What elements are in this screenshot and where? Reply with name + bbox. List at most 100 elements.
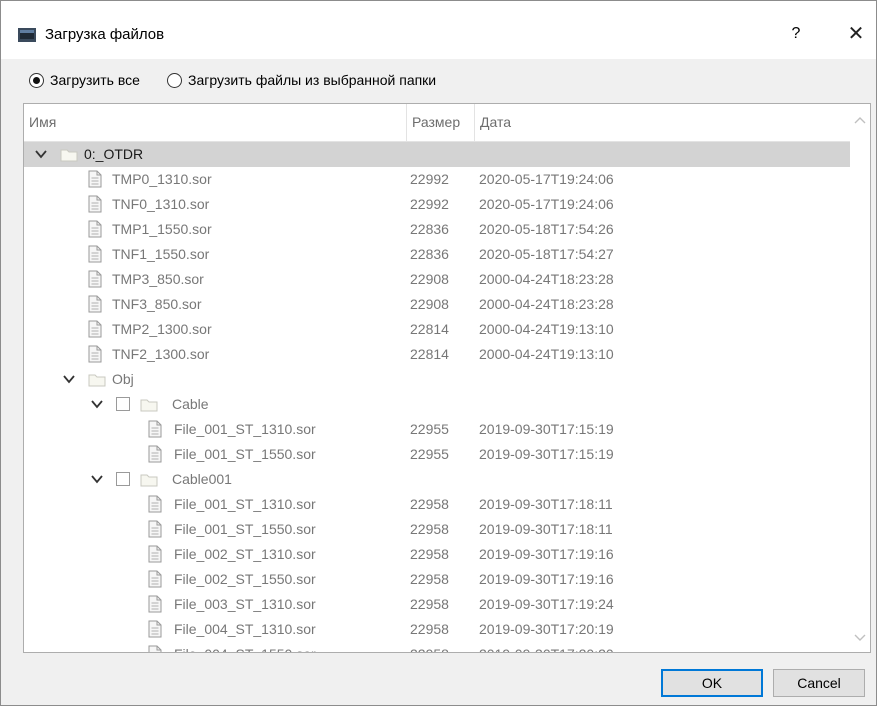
- file-name: TNF1_1550.sor: [112, 246, 210, 262]
- file-date: 2000-04-24T18:23:28: [479, 296, 614, 312]
- file-row[interactable]: File_001_ST_1550.sor 22958 2019-09-30T17:1…: [24, 517, 850, 542]
- folder-icon: [140, 399, 158, 412]
- column-header-date[interactable]: Дата: [480, 114, 511, 130]
- folder-icon: [88, 374, 106, 387]
- ok-button[interactable]: OK: [661, 669, 763, 697]
- file-name: File_001_ST_1310.sor: [174, 496, 316, 512]
- file-size: 22836: [410, 221, 449, 237]
- chevron-down-icon[interactable]: [90, 397, 104, 411]
- file-tree[interactable]: Имя Размер Дата 0:_OTDR TMP0_1310.sor 229…: [23, 103, 871, 653]
- file-row[interactable]: File_002_ST_1550.sor 22958 2019-09-30T17:1…: [24, 567, 850, 592]
- file-row[interactable]: TMP0_1310.sor 22992 2020-05-17T19:24:06: [24, 167, 850, 192]
- file-name: TMP0_1310.sor: [112, 171, 212, 187]
- file-date: 2000-04-24T19:13:10: [479, 346, 614, 362]
- file-icon: [88, 220, 102, 238]
- file-date: 2020-05-18T17:54:27: [479, 246, 614, 262]
- tree-node-cable[interactable]: Cable: [24, 392, 850, 417]
- file-size: 22955: [410, 446, 449, 462]
- tree-node-root[interactable]: 0:_OTDR: [24, 142, 850, 167]
- file-name: File_002_ST_1310.sor: [174, 546, 316, 562]
- file-size: 22814: [410, 346, 449, 362]
- file-icon: [88, 295, 102, 313]
- file-size: 22955: [410, 421, 449, 437]
- file-row[interactable]: TNF1_1550.sor 22836 2020-05-18T17:54:27: [24, 242, 850, 267]
- file-icon: [88, 270, 102, 288]
- radio-load-all[interactable]: Загрузить все: [29, 69, 140, 91]
- file-row[interactable]: File_001_ST_1550.sor 22955 2019-09-30T17:1…: [24, 442, 850, 467]
- file-size: 22958: [410, 646, 449, 652]
- file-row[interactable]: File_001_ST_1310.sor 22955 2019-09-30T17:1…: [24, 417, 850, 442]
- file-name: File_002_ST_1550.sor: [174, 571, 316, 587]
- file-size: 22958: [410, 496, 449, 512]
- column-header-name[interactable]: Имя: [29, 114, 56, 130]
- close-button[interactable]: ✕: [837, 17, 875, 51]
- file-row[interactable]: TMP1_1550.sor 22836 2020-05-18T17:54:26: [24, 217, 850, 242]
- file-date: 2020-05-18T17:54:26: [479, 221, 614, 237]
- file-date: 2019-09-30T17:15:19: [479, 421, 614, 437]
- file-icon: [148, 645, 162, 652]
- radio-load-folder-label: Загрузить файлы из выбранной папки: [188, 72, 437, 88]
- scroll-down-icon[interactable]: [854, 634, 866, 642]
- file-size: 22908: [410, 271, 449, 287]
- radio-load-folder-indicator[interactable]: [167, 72, 182, 88]
- file-icon: [148, 620, 162, 638]
- file-date: 2000-04-24T18:23:28: [479, 271, 614, 287]
- file-size: 22958: [410, 521, 449, 537]
- file-row[interactable]: File_004_ST_1550.sor 22958 2019-09-30T17:2…: [24, 642, 850, 652]
- chevron-down-icon[interactable]: [62, 372, 76, 386]
- file-name: File_001_ST_1550.sor: [174, 521, 316, 537]
- file-size: 22958: [410, 596, 449, 612]
- file-size: 22814: [410, 321, 449, 337]
- column-divider[interactable]: [474, 104, 475, 142]
- folder-icon: [60, 149, 78, 162]
- column-divider[interactable]: [406, 104, 407, 142]
- help-button[interactable]: ?: [779, 17, 813, 51]
- file-row[interactable]: TNF0_1310.sor 22992 2020-05-17T19:24:06: [24, 192, 850, 217]
- file-size: 22992: [410, 196, 449, 212]
- file-name: File_004_ST_1550.sor: [174, 646, 316, 652]
- cancel-button[interactable]: Cancel: [773, 669, 865, 697]
- file-row[interactable]: File_004_ST_1310.sor 22958 2019-09-30T17:2…: [24, 617, 850, 642]
- file-row[interactable]: TNF3_850.sor 22908 2000-04-24T18:23:28: [24, 292, 850, 317]
- file-name: TMP2_1300.sor: [112, 321, 212, 337]
- file-icon: [148, 595, 162, 613]
- file-name: TNF0_1310.sor: [112, 196, 210, 212]
- file-date: 2019-09-30T17:18:11: [479, 496, 613, 512]
- file-name: TNF2_1300.sor: [112, 346, 210, 362]
- folder-icon: [140, 474, 158, 487]
- radio-load-all-indicator[interactable]: [29, 72, 44, 88]
- cable-checkbox[interactable]: [116, 397, 130, 411]
- file-size: 22908: [410, 296, 449, 312]
- file-icon: [148, 445, 162, 463]
- file-date: 2020-05-17T19:24:06: [479, 196, 614, 212]
- file-name: TNF3_850.sor: [112, 296, 202, 312]
- file-icon: [88, 195, 102, 213]
- file-row[interactable]: TNF2_1300.sor 22814 2000-04-24T19:13:10: [24, 342, 850, 367]
- tree-node-label: Cable: [172, 396, 209, 412]
- file-icon: [88, 170, 102, 188]
- file-row[interactable]: File_002_ST_1310.sor 22958 2019-09-30T17:1…: [24, 542, 850, 567]
- file-name: File_003_ST_1310.sor: [174, 596, 316, 612]
- chevron-down-icon[interactable]: [90, 472, 104, 486]
- file-icon: [88, 345, 102, 363]
- file-row[interactable]: File_003_ST_1310.sor 22958 2019-09-30T17:1…: [24, 592, 850, 617]
- file-row[interactable]: TMP3_850.sor 22908 2000-04-24T18:23:28: [24, 267, 850, 292]
- file-icon: [148, 570, 162, 588]
- file-size: 22836: [410, 246, 449, 262]
- scroll-up-icon[interactable]: [854, 116, 866, 124]
- chevron-down-icon[interactable]: [34, 147, 48, 161]
- file-icon: [88, 320, 102, 338]
- tree-node-cable001[interactable]: Cable001: [24, 467, 850, 492]
- file-date: 2019-09-30T17:15:19: [479, 446, 614, 462]
- file-row[interactable]: File_001_ST_1310.sor 22958 2019-09-30T17:1…: [24, 492, 850, 517]
- file-size: 22958: [410, 571, 449, 587]
- file-row[interactable]: TMP2_1300.sor 22814 2000-04-24T19:13:10: [24, 317, 850, 342]
- radio-load-folder[interactable]: Загрузить файлы из выбранной папки: [167, 69, 436, 91]
- file-name: File_001_ST_1310.sor: [174, 421, 316, 437]
- vertical-scrollbar[interactable]: [850, 104, 870, 652]
- cable001-checkbox[interactable]: [116, 472, 130, 486]
- tree-node-label: 0:_OTDR: [84, 146, 144, 162]
- column-header-size[interactable]: Размер: [412, 114, 460, 130]
- tree-node-obj[interactable]: Obj: [24, 367, 850, 392]
- file-icon: [148, 545, 162, 563]
